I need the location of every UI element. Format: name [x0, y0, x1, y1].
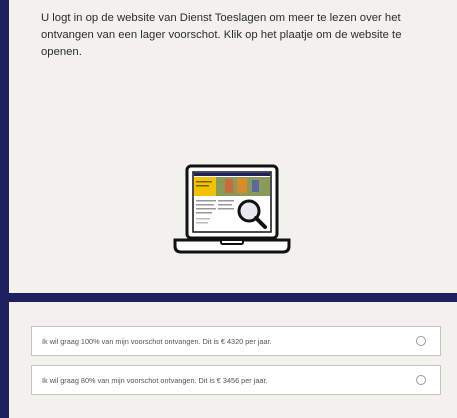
option-100-percent[interactable]: Ik wil graag 100% van mijn voorschot ont…: [31, 326, 441, 356]
section-divider: [9, 293, 457, 302]
website-laptop-image-link[interactable]: [173, 162, 291, 260]
option-label: Ik wil graag 80% van mijn voorschot ontv…: [42, 375, 268, 385]
option-80-percent[interactable]: Ik wil graag 80% van mijn voorschot ontv…: [31, 365, 441, 395]
radio-button[interactable]: [416, 375, 426, 385]
options-panel: Ik wil graag 100% van mijn voorschot ont…: [9, 302, 457, 418]
laptop-website-search-icon: [173, 164, 291, 254]
radio-button[interactable]: [416, 336, 426, 346]
info-panel: U logt in op de website van Dienst Toesl…: [9, 0, 457, 293]
page-frame-left: [0, 0, 9, 418]
option-label: Ik wil graag 100% van mijn voorschot ont…: [42, 336, 272, 346]
info-text: U logt in op de website van Dienst Toesl…: [41, 12, 402, 58]
